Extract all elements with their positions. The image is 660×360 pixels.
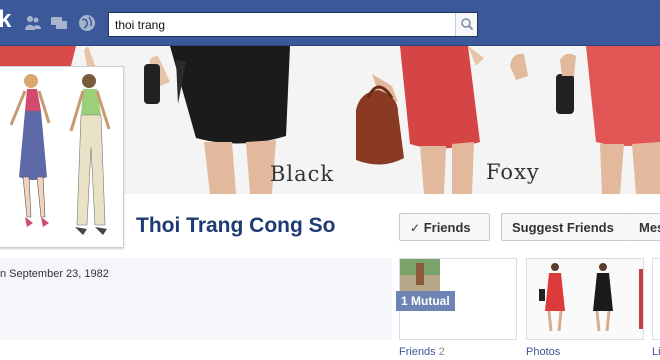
mutual-friends-badge[interactable]: 1 Mutual [396,291,455,311]
photos-thumbnail[interactable] [526,258,644,340]
search-icon [461,18,474,31]
checkmark-icon: ✓ [410,221,421,235]
suggest-friends-label: Suggest Friends [512,220,614,235]
search-button[interactable] [455,13,477,36]
cover-caption-foxy: Foxy [486,160,540,184]
suggest-friends-button[interactable]: Suggest Friends [501,213,631,241]
profile-name[interactable]: Thoi Trang Cong So [136,214,335,238]
friend-requests-icon[interactable] [24,14,42,32]
friends-app-link[interactable]: Friends 2 [399,346,445,358]
profile-picture[interactable] [0,66,124,248]
fashion-sketch-image [0,67,123,247]
friends-button[interactable]: ✓ Friends [399,213,490,241]
search-input[interactable]: thoi trang [108,12,478,37]
friends-count: 2 [438,346,445,358]
message-button[interactable]: Mes [629,213,660,241]
message-button-label: Mes [639,220,660,235]
likes-app-link[interactable]: Li [652,346,660,358]
friends-app-label: Friends [399,346,436,358]
cover-caption-black: Black [270,162,335,186]
photos-preview-image [527,259,643,339]
top-navigation-bar: k thoi trang [0,0,660,46]
search-value: thoi trang [115,18,166,32]
birthday-text: n September 23, 1982 [0,268,109,280]
photos-app-link[interactable]: Photos [526,346,560,358]
likes-thumbnail[interactable] [652,258,660,340]
notifications-globe-icon[interactable] [78,14,96,32]
friends-button-label: Friends [423,220,471,235]
facebook-logo[interactable]: k [0,6,11,34]
messages-icon[interactable] [50,14,68,32]
